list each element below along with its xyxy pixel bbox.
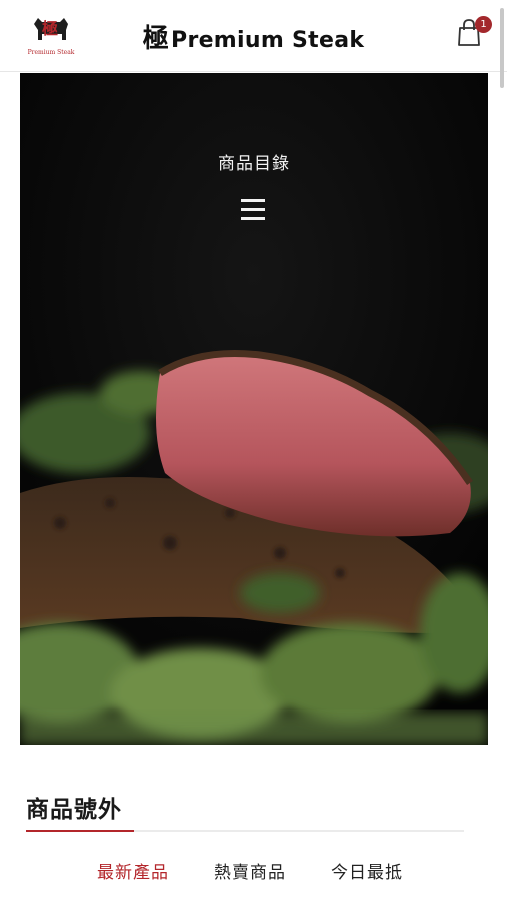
hamburger-menu-icon[interactable] — [241, 199, 267, 221]
scrollbar-thumb[interactable] — [500, 8, 504, 88]
menu-bar — [241, 208, 265, 211]
hero-banner: 商品目錄 — [20, 73, 488, 745]
site-title[interactable]: 極Premium Steak — [0, 18, 507, 55]
section-title: 商品號外 — [26, 797, 122, 823]
section-divider-accent — [26, 830, 134, 832]
product-tabs: 最新產品 熱賣商品 今日最抵 — [0, 858, 507, 888]
brand-kanji: 極 — [142, 24, 170, 54]
tab-best-selling[interactable]: 熱賣商品 — [214, 858, 286, 883]
hero-title[interactable]: 商品目錄 — [20, 149, 488, 174]
cart-count-badge: 1 — [475, 16, 492, 33]
tab-daily-deals[interactable]: 今日最抵 — [331, 858, 403, 883]
menu-bar — [241, 217, 265, 220]
menu-bar — [241, 199, 265, 202]
brand-name: Premium Steak — [171, 28, 365, 53]
site-header: 極 Premium Steak 極Premium Steak 1 — [0, 0, 507, 88]
cart-button[interactable]: 1 — [456, 16, 492, 52]
tab-newest[interactable]: 最新產品 — [97, 858, 169, 883]
